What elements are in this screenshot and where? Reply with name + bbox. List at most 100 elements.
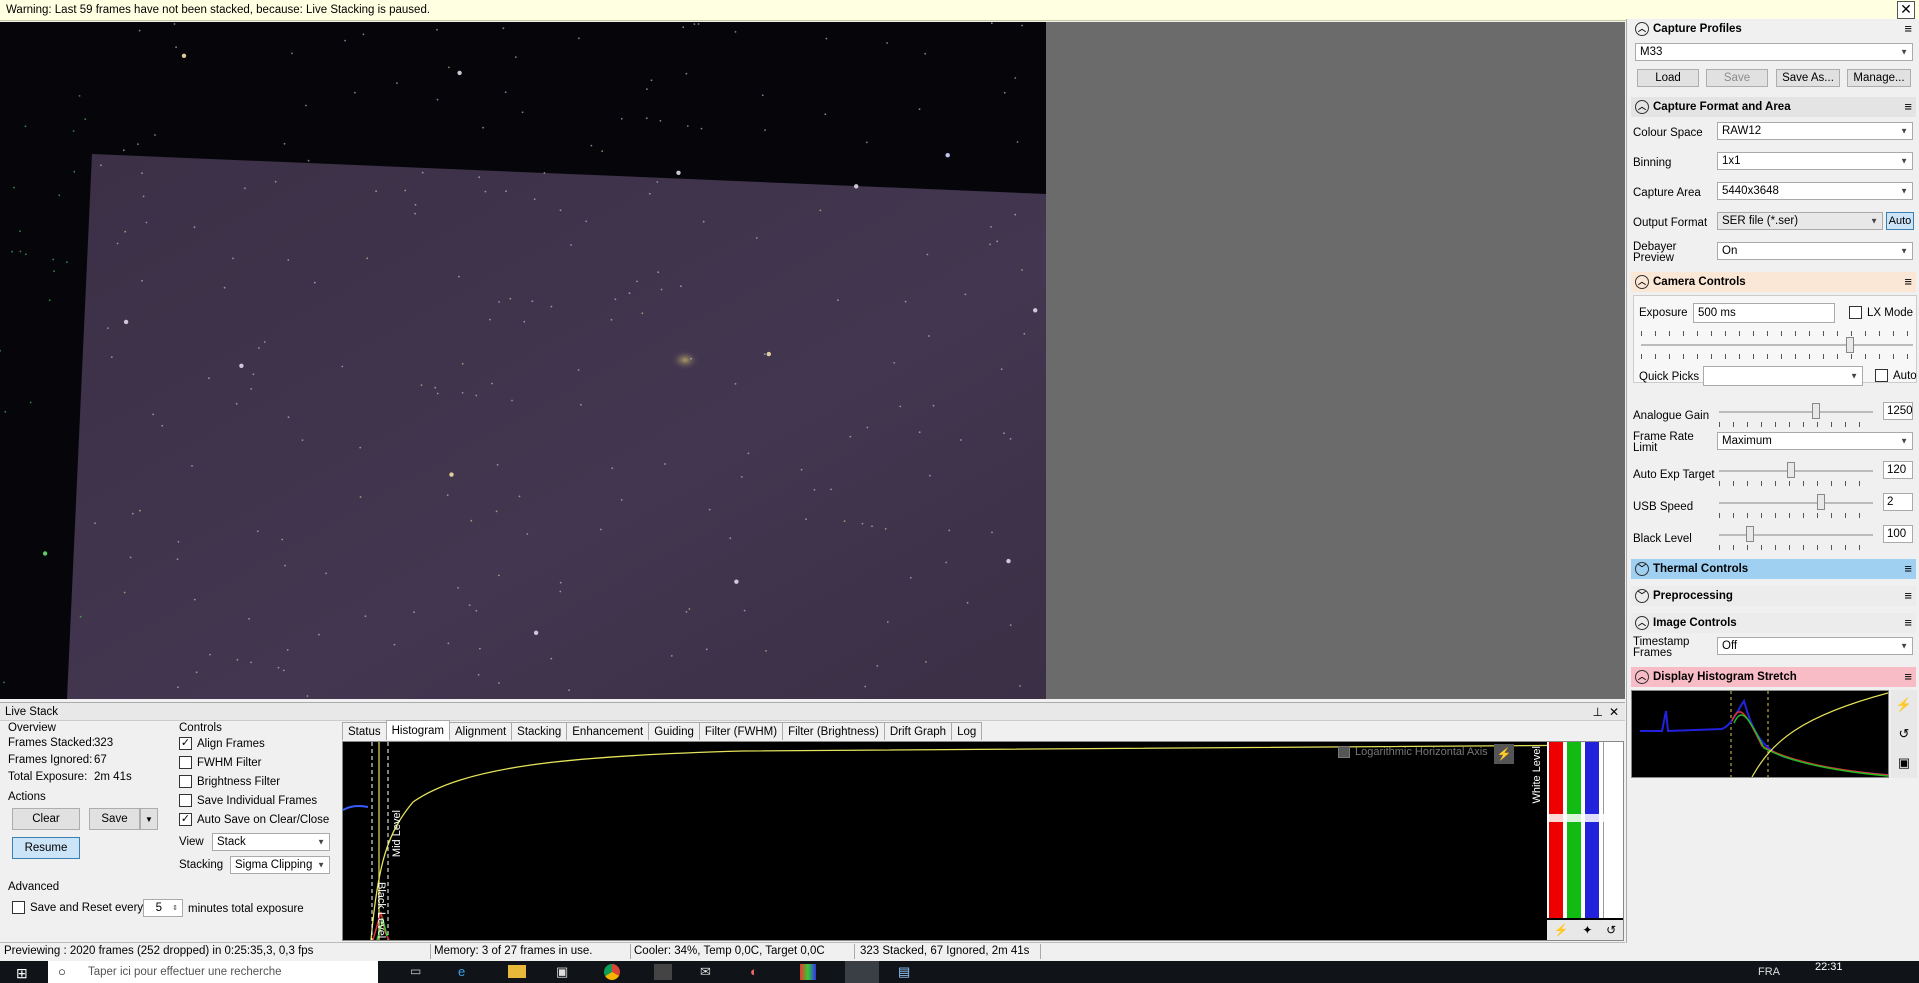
capture-format-header[interactable]: ︿ Capture Format and Area ≡	[1631, 97, 1916, 117]
minutes-stepper[interactable]: 5 ⇕	[143, 899, 183, 917]
image-preview[interactable]	[0, 22, 1625, 699]
stack-histogram[interactable]: Mid Level Black Level White Level Logari…	[342, 741, 1624, 941]
exposure-input[interactable]: 500 ms	[1693, 303, 1835, 323]
colour-space-select[interactable]: RAW12 ▼	[1717, 122, 1913, 140]
align-frames-checkbox[interactable]: ✓ Align Frames	[179, 737, 265, 750]
tab-histogram[interactable]: Histogram	[385, 720, 451, 740]
close-icon[interactable]: ✕	[1609, 705, 1619, 719]
tab-guiding[interactable]: Guiding	[648, 722, 700, 740]
thermal-controls-header[interactable]: ﹀ Thermal Controls ≡	[1631, 559, 1916, 579]
save-stack-button[interactable]: Save	[89, 808, 140, 830]
auto-exp-slider-track[interactable]	[1719, 470, 1873, 472]
gain-slider-track[interactable]	[1719, 411, 1873, 413]
save-as-profile-button[interactable]: Save As...	[1776, 69, 1840, 87]
exposure-slider-thumb[interactable]	[1846, 337, 1855, 353]
fwhm-filter-checkbox[interactable]: FWHM Filter	[179, 756, 262, 769]
tab-stacking[interactable]: Stacking	[511, 722, 568, 740]
sharpcap-icon[interactable]	[800, 964, 816, 980]
view-select[interactable]: Stack ▼	[212, 833, 330, 851]
edge-icon[interactable]: e	[458, 964, 465, 979]
task-view-icon[interactable]: ▭	[410, 964, 421, 978]
reset-icon[interactable]: ↺	[1606, 923, 1616, 937]
chevron-down-icon[interactable]: ﹀	[1635, 589, 1649, 603]
active-app-icon[interactable]	[845, 961, 879, 983]
stacking-select[interactable]: Sigma Clipping ▼	[230, 856, 330, 874]
auto-exp-slider-thumb[interactable]	[1787, 462, 1796, 478]
save-icon[interactable]: ▣	[1898, 755, 1910, 771]
menu-icon[interactable]: ≡	[1904, 100, 1912, 113]
menu-icon[interactable]: ≡	[1904, 562, 1912, 575]
star-icon[interactable]: ✦	[1582, 923, 1592, 937]
tab-drift-graph[interactable]: Drift Graph	[883, 722, 953, 740]
camera-controls-header[interactable]: ︿ Camera Controls ≡	[1631, 272, 1916, 292]
clock[interactable]: 22:31	[1815, 961, 1843, 973]
menu-icon[interactable]: ≡	[1904, 22, 1912, 35]
folder-icon[interactable]	[508, 965, 526, 978]
chrome-icon[interactable]	[604, 964, 620, 980]
chevron-up-icon[interactable]: ︿	[1635, 100, 1649, 114]
menu-icon[interactable]: ≡	[1904, 589, 1912, 602]
brightness-filter-checkbox[interactable]: Brightness Filter	[179, 775, 280, 788]
load-profile-button[interactable]: Load	[1637, 69, 1699, 87]
tab-log[interactable]: Log	[951, 722, 983, 740]
paint-icon[interactable]: ◐	[750, 964, 758, 979]
mail-icon[interactable]: ✉	[700, 964, 711, 980]
usb-speed-input[interactable]: 2	[1883, 493, 1913, 511]
profile-select[interactable]: M33 ▼	[1635, 43, 1913, 61]
black-level-slider-thumb[interactable]	[1745, 526, 1754, 542]
quick-picks-select[interactable]: ▼	[1703, 366, 1863, 386]
app-icon[interactable]	[654, 964, 672, 980]
preprocessing-header[interactable]: ﹀ Preprocessing ≡	[1631, 586, 1916, 606]
lightning-icon[interactable]: ⚡	[1896, 697, 1912, 713]
log-axis-checkbox[interactable]: Logarithmic Horizontal Axis	[1338, 746, 1488, 758]
lang-indicator[interactable]: FRA	[1758, 966, 1780, 978]
store-icon[interactable]: ▣	[556, 964, 568, 980]
lightning-icon[interactable]: ⚡	[1554, 923, 1569, 937]
tab-filter-brightness[interactable]: Filter (Brightness)	[782, 722, 885, 740]
resume-button[interactable]: Resume	[12, 837, 80, 859]
menu-icon[interactable]: ≡	[1904, 616, 1912, 629]
binning-select[interactable]: 1x1 ▼	[1717, 152, 1913, 170]
taskbar-search[interactable]: ○ Taper ici pour effectuer une recherche	[48, 961, 378, 983]
capture-area-select[interactable]: 5440x3648 ▼	[1717, 182, 1913, 200]
tab-enhancement[interactable]: Enhancement	[566, 722, 650, 740]
auto-save-checkbox[interactable]: ✓ Auto Save on Clear/Close	[179, 813, 329, 826]
image-controls-header[interactable]: ︿ Image Controls ≡	[1631, 613, 1916, 633]
menu-icon[interactable]: ≡	[1904, 670, 1912, 683]
close-warning-button[interactable]: ✕	[1897, 1, 1915, 19]
rgb-level-sliders[interactable]	[1547, 742, 1623, 918]
lx-mode-checkbox[interactable]: LX Mode	[1849, 306, 1913, 319]
auto-stretch-icon[interactable]: ⚡	[1494, 744, 1514, 764]
capture-profiles-header[interactable]: ︿ Capture Profiles ≡	[1631, 19, 1916, 39]
save-dropdown-arrow[interactable]: ▼	[140, 808, 158, 830]
frame-rate-select[interactable]: Maximum ▼	[1717, 432, 1913, 450]
notes-icon[interactable]: ▤	[898, 964, 910, 980]
reset-icon[interactable]: ↺	[1899, 726, 1910, 742]
tab-alignment[interactable]: Alignment	[449, 722, 513, 740]
manage-profiles-button[interactable]: Manage...	[1847, 69, 1911, 87]
display-histogram-plot[interactable]	[1631, 690, 1889, 778]
pin-icon[interactable]: ⊥	[1593, 705, 1603, 719]
spin-arrows-icon[interactable]: ⇕	[172, 904, 178, 912]
menu-icon[interactable]: ≡	[1904, 275, 1912, 288]
save-reset-checkbox[interactable]: Save and Reset every	[12, 901, 143, 914]
analogue-gain-input[interactable]: 1250	[1883, 402, 1913, 420]
gain-slider-thumb[interactable]	[1812, 403, 1821, 419]
timestamp-select[interactable]: Off ▼	[1717, 637, 1913, 655]
output-format-select[interactable]: SER file (*.ser) ▼	[1717, 212, 1883, 230]
chevron-down-icon[interactable]: ﹀	[1635, 562, 1649, 576]
chevron-up-icon[interactable]: ︿	[1635, 22, 1649, 36]
exposure-auto-checkbox[interactable]: Auto	[1875, 369, 1917, 382]
auto-exp-input[interactable]: 120	[1883, 461, 1913, 479]
windows-start-icon[interactable]: ⊞	[16, 965, 28, 982]
tab-status[interactable]: Status	[342, 722, 387, 740]
usb-slider-thumb[interactable]	[1816, 494, 1825, 510]
output-auto-button[interactable]: Auto	[1886, 212, 1914, 230]
chevron-up-icon[interactable]: ︿	[1635, 275, 1649, 289]
display-histogram-header[interactable]: ︿ Display Histogram Stretch ≡	[1631, 667, 1916, 687]
chevron-up-icon[interactable]: ︿	[1635, 670, 1649, 684]
clear-button[interactable]: Clear	[12, 808, 80, 830]
save-profile-button[interactable]: Save	[1706, 69, 1768, 87]
tab-filter-fwhm[interactable]: Filter (FWHM)	[698, 722, 784, 740]
black-level-slider-track[interactable]	[1719, 534, 1873, 536]
